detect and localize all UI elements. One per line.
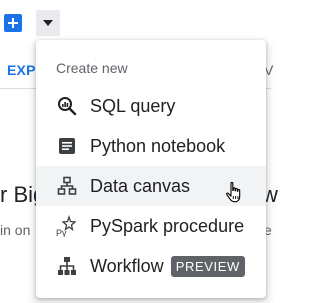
preview-badge: PREVIEW: [170, 255, 245, 277]
pyspark-icon: Py: [56, 215, 78, 237]
menu-item-sql-query[interactable]: SQL query: [36, 86, 266, 126]
caret-down-icon: [43, 20, 53, 26]
plus-icon: [8, 18, 18, 28]
background-tab[interactable]: EXP: [7, 62, 36, 78]
create-dropdown-button[interactable]: [36, 10, 60, 36]
create-new-menu: Create new SQL query Python notebook Dat…: [36, 40, 266, 298]
menu-item-label: PySpark procedure: [90, 215, 245, 236]
menu-header: Create new: [56, 60, 128, 76]
workflow-icon: [56, 255, 78, 277]
sql-query-icon: [56, 95, 78, 117]
data-canvas-icon: [56, 175, 78, 197]
notebook-icon: [56, 135, 78, 157]
menu-item-label: Data canvas: [90, 175, 191, 196]
menu-item-label: Workflow: [90, 255, 164, 276]
hand-cursor-icon: [226, 181, 241, 203]
menu-item-label: Python notebook: [90, 135, 226, 156]
background-subtext: in on: [0, 222, 31, 238]
menu-item-python-notebook[interactable]: Python notebook: [36, 126, 266, 166]
add-button[interactable]: [4, 14, 22, 32]
svg-text:Py: Py: [56, 228, 67, 237]
menu-item-label: SQL query: [90, 95, 176, 116]
menu-item-pyspark-procedure[interactable]: Py PySpark procedure: [36, 206, 266, 246]
menu-item-workflow[interactable]: Workflow PREVIEW: [36, 246, 266, 286]
